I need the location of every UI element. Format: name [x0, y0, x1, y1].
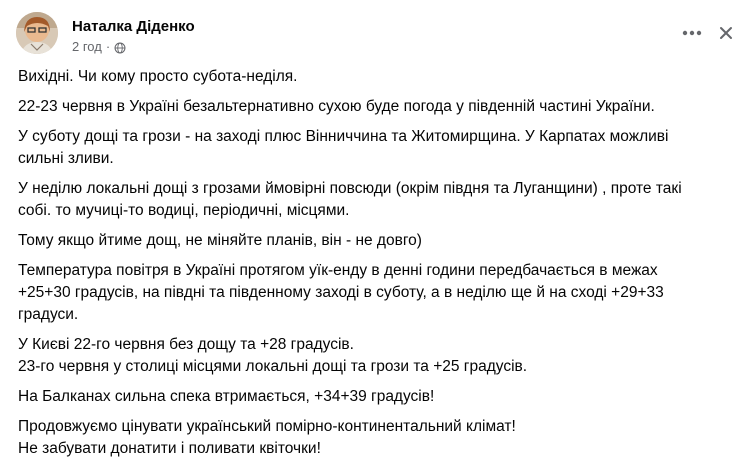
more-horizontal-icon [682, 30, 702, 36]
post-text-line: На Балканах сильна спека втримається, +3… [18, 388, 435, 405]
post-paragraph: У суботу дощі та грози - на заході плюс … [18, 126, 735, 170]
hide-post-button[interactable] [713, 20, 739, 46]
author-name[interactable]: Наталка Діденко [72, 18, 195, 36]
post-text-line: 23-го червня у столиці місцями локальні … [18, 358, 528, 375]
globe-icon[interactable] [114, 39, 126, 55]
post-text-line: Температура повітря в Україні протягом у… [18, 262, 658, 279]
post-text-line: собі. то мучиці-то водиці, періодичні, м… [18, 202, 350, 219]
close-icon [720, 27, 732, 39]
post-text-line: Не забувати донатити і поливати квіточки… [18, 440, 321, 457]
post-text-line: 22-23 червня в Україні безальтернативно … [18, 98, 655, 115]
post-paragraph: Продовжуємо цінувати український помірно… [18, 416, 735, 460]
post-meta: 2 год · [72, 39, 126, 55]
post-text-line: +25+30 градусів, на півдні та південному… [18, 284, 664, 301]
post-text-line: градуси. [18, 306, 79, 323]
post-paragraph: На Балканах сильна спека втримається, +3… [18, 386, 735, 408]
post-time[interactable]: 2 год [72, 39, 102, 55]
post-text-line: У суботу дощі та грози - на заході плюс … [18, 128, 669, 145]
author-avatar[interactable] [16, 12, 58, 54]
post-text-line: Тому якщо йтиме дощ, не міняйте планів, … [18, 232, 422, 249]
avatar-photo [16, 12, 58, 54]
post-text-line: У Києві 22-го червня без дощу та +28 гра… [18, 336, 354, 353]
facebook-post: Наталка Діденко 2 год · Вихідні. Чи кому… [0, 0, 755, 469]
post-paragraph: Вихідні. Чи кому просто субота-неділя. [18, 66, 735, 88]
post-paragraph: У Києві 22-го червня без дощу та +28 гра… [18, 334, 735, 378]
more-options-button[interactable] [679, 20, 705, 46]
meta-separator: · [105, 39, 111, 54]
post-paragraph: Тому якщо йтиме дощ, не міняйте планів, … [18, 230, 735, 252]
post-paragraph: У неділю локальні дощі з грозами ймовірн… [18, 178, 735, 222]
post-text-line: сильні зливи. [18, 150, 114, 167]
post-paragraph: Температура повітря в Україні протягом у… [18, 260, 735, 326]
post-text-line: Вихідні. Чи кому просто субота-неділя. [18, 68, 298, 85]
post-text-line: Продовжуємо цінувати український помірно… [18, 418, 516, 435]
post-paragraph: 22-23 червня в Україні безальтернативно … [18, 96, 735, 118]
post-text-line: У неділю локальні дощі з грозами ймовірн… [18, 180, 682, 197]
post-body: Вихідні. Чи кому просто субота-неділя. 22… [18, 66, 735, 468]
post-header: Наталка Діденко 2 год · [16, 12, 739, 56]
